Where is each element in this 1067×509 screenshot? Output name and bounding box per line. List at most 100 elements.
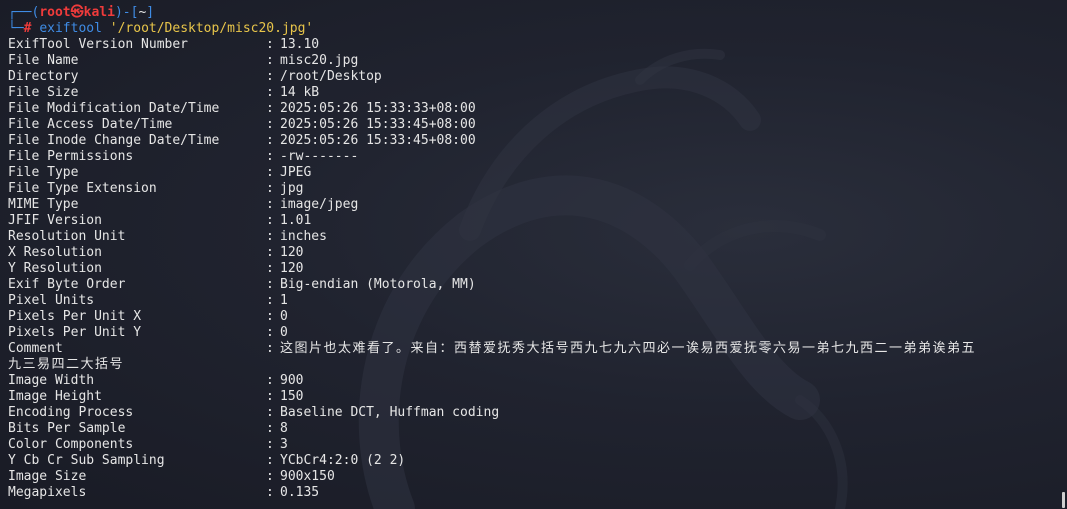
exif-row: ExifTool Version Number:13.10 xyxy=(8,37,1058,53)
prompt-bracket-mid: )-[ xyxy=(114,5,139,20)
exif-row: Directory: /root/Desktop xyxy=(8,69,1058,85)
separator: : xyxy=(266,149,274,164)
exif-key: Directory xyxy=(8,69,79,84)
exif-value: 0 xyxy=(280,325,288,340)
separator: : xyxy=(266,101,274,116)
exif-row: Pixels Per Unit Y:0 xyxy=(8,325,1058,341)
exif-key: JFIF Version xyxy=(8,213,102,228)
exif-value: 2025:05:26 15:33:45+08:00 xyxy=(280,133,476,148)
exif-value: 120 xyxy=(280,261,304,276)
command-name: exiftool xyxy=(39,21,102,36)
separator: : xyxy=(266,69,274,84)
exif-key: Resolution Unit xyxy=(8,229,126,244)
exif-value: -rw------- xyxy=(280,149,359,164)
exif-value: Big-endian (Motorola, MM) xyxy=(280,277,476,292)
exif-value: 900x150 xyxy=(280,469,335,484)
separator: : xyxy=(266,245,274,260)
exif-rows-after: Image Width:900 Image Height:150 Encoding … xyxy=(8,373,1058,501)
separator: : xyxy=(266,389,274,404)
separator: : xyxy=(266,373,274,388)
exif-key: Pixel Units xyxy=(8,293,95,308)
exif-key: File Permissions xyxy=(8,149,134,164)
exif-value: inches xyxy=(280,229,327,244)
comment-value-line1: 这图片也太难看了。来自：西替爱抚秀大括号西九七九六四必一诶易西爱抚零六易一弟七九… xyxy=(280,341,977,356)
exif-row: Color Components:3 xyxy=(8,437,1058,453)
prompt-bracket-close: ] xyxy=(146,5,155,20)
command-argument: '/root/Desktop/misc20.jpg' xyxy=(109,21,314,36)
exif-row: Megapixels:0.135 xyxy=(8,485,1058,501)
exif-value: 150 xyxy=(280,389,304,404)
separator: : xyxy=(266,485,274,500)
exif-value: 3 xyxy=(280,437,288,452)
exif-value: 2025:05:26 15:33:33+08:00 xyxy=(280,101,476,116)
exif-value: 120 xyxy=(280,245,304,260)
exif-key: Image Width xyxy=(8,373,95,388)
terminal-window[interactable]: ┌──(root㉿kali)-[~] └─# exiftool '/root/D… xyxy=(0,0,1067,509)
exif-rows: ExifTool Version Number:13.10 File Name: m… xyxy=(8,37,1058,341)
exif-value: YCbCr4:2:0 (2 2) xyxy=(280,453,406,468)
exif-row: Y Cb Cr Sub Sampling: YCbCr4:2:0 (2 2) xyxy=(8,453,1058,469)
exif-key: X Resolution xyxy=(8,245,102,260)
exif-key: Image Height xyxy=(8,389,102,404)
separator: : xyxy=(266,213,274,228)
exif-value: 900 xyxy=(280,373,304,388)
exif-key: Image Size xyxy=(8,469,87,484)
prompt-prefix: └─ xyxy=(8,21,24,36)
exif-value: 1 xyxy=(280,293,288,308)
exif-value: image/jpeg xyxy=(280,197,359,212)
separator: : xyxy=(266,405,274,420)
exif-row: File Inode Change Date/Time:2025:05:26 1… xyxy=(8,133,1058,149)
exif-value: 0.135 xyxy=(280,485,320,500)
prompt-user: root xyxy=(39,5,71,20)
separator: : xyxy=(266,437,274,452)
separator: : xyxy=(266,197,274,212)
exif-row: X Resolution:120 xyxy=(8,245,1058,261)
exif-key: File Inode Change Date/Time xyxy=(8,133,220,148)
exif-row: Bits Per Sample:8 xyxy=(8,421,1058,437)
comment-key: Comment xyxy=(8,341,63,356)
prompt-line-1: ┌──(root㉿kali)-[~] xyxy=(8,5,1058,21)
exif-row: Resolution Unit: inches xyxy=(8,229,1058,245)
exif-row: Y Resolution:120 xyxy=(8,261,1058,277)
exif-key: File Name xyxy=(8,53,79,68)
exif-row: File Permissions: -rw------- xyxy=(8,149,1058,165)
exif-key: MIME Type xyxy=(8,197,79,212)
exif-key: File Size xyxy=(8,85,79,100)
exif-row: MIME Type: image/jpeg xyxy=(8,197,1058,213)
exif-row: File Type: JPEG xyxy=(8,165,1058,181)
separator: : xyxy=(266,421,274,436)
exif-row: Image Width:900 xyxy=(8,373,1058,389)
separator: : xyxy=(266,229,274,244)
exif-row: Pixel Units:1 xyxy=(8,293,1058,309)
separator: : xyxy=(266,133,274,148)
prompt-host: kali xyxy=(83,5,115,20)
prompt-at-symbol: ㉿ xyxy=(70,5,84,20)
exif-key: Encoding Process xyxy=(8,405,134,420)
exif-key: Megapixels xyxy=(8,485,87,500)
separator: : xyxy=(266,261,274,276)
exif-row: JFIF Version:1.01 xyxy=(8,213,1058,229)
exif-key: Pixels Per Unit Y xyxy=(8,325,142,340)
exif-key: Pixels Per Unit X xyxy=(8,309,142,324)
separator: : xyxy=(266,325,274,340)
exif-key: ExifTool Version Number xyxy=(8,37,189,52)
separator: : xyxy=(266,53,274,68)
exif-row: File Name: misc20.jpg xyxy=(8,53,1058,69)
exif-key: File Type xyxy=(8,165,79,180)
exif-value: Baseline DCT, Huffman coding xyxy=(280,405,500,420)
exif-row: File Type Extension: jpg xyxy=(8,181,1058,197)
exif-key: Bits Per Sample xyxy=(8,421,126,436)
separator: : xyxy=(266,309,274,324)
exif-value: 14 kB xyxy=(280,85,320,100)
prompt-line-2: └─# exiftool '/root/Desktop/misc20.jpg' xyxy=(8,21,1058,37)
exif-value: JPEG xyxy=(280,165,312,180)
exif-row: Pixels Per Unit X:0 xyxy=(8,309,1058,325)
exif-row: File Access Date/Time:2025:05:26 15:33:4… xyxy=(8,117,1058,133)
exif-value: 0 xyxy=(280,309,288,324)
terminal-output: ┌──(root㉿kali)-[~] └─# exiftool '/root/D… xyxy=(8,5,1058,501)
exif-key: File Access Date/Time xyxy=(8,117,173,132)
exif-key: Y Resolution xyxy=(8,261,102,276)
exif-row: Image Size:900x150 xyxy=(8,469,1058,485)
scrollbar-thumb[interactable] xyxy=(1062,492,1065,508)
prompt-bracket: ┌──( xyxy=(8,5,40,20)
